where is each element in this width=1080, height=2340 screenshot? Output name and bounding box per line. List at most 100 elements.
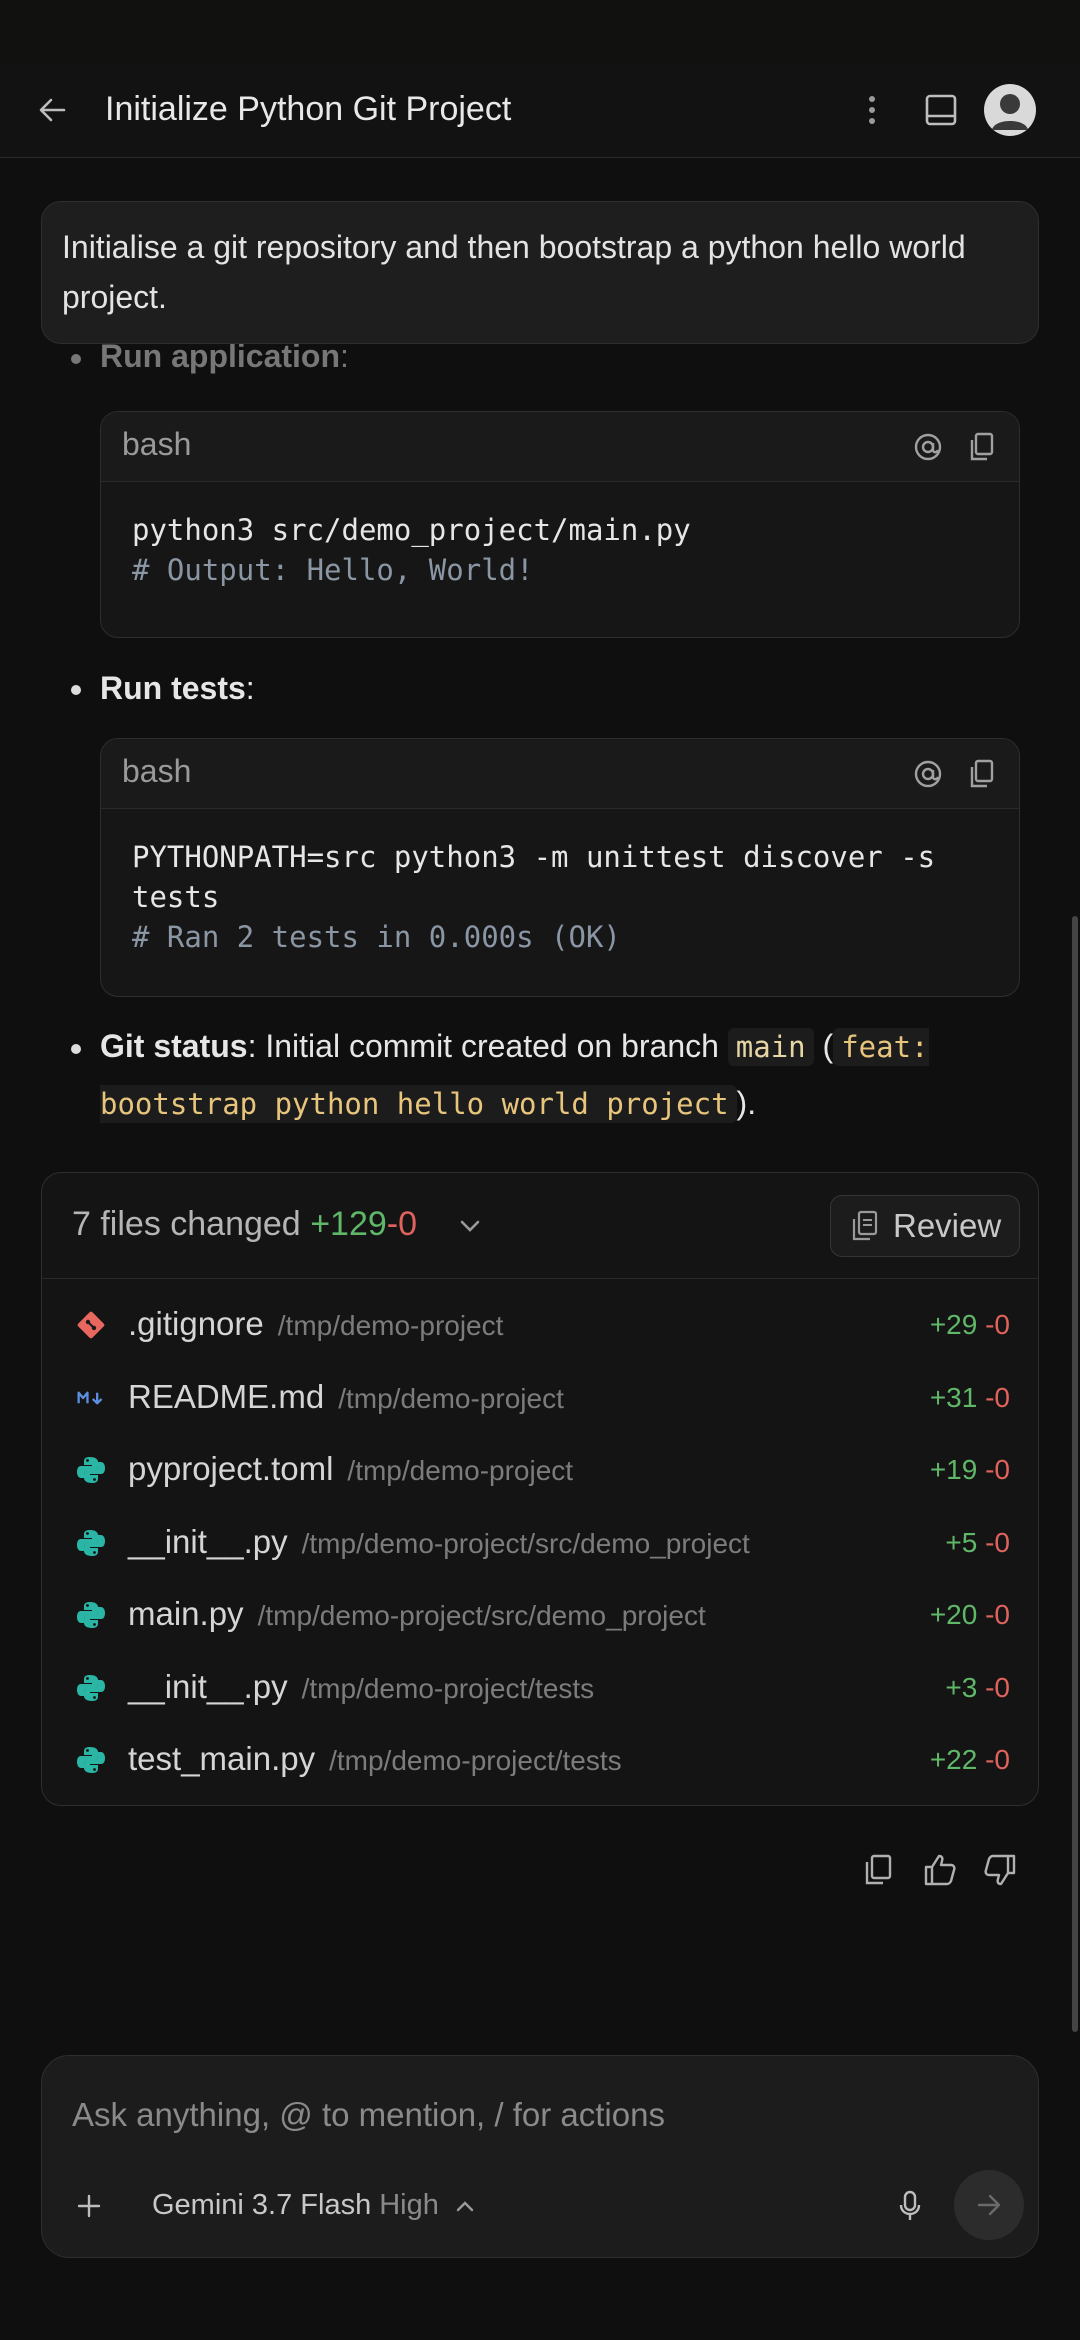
files-changed-header[interactable]: 7 files changed +129-0 Review bbox=[42, 1173, 1038, 1279]
file-lines-removed: -0 bbox=[985, 1309, 1010, 1340]
copy-icon[interactable] bbox=[965, 757, 999, 791]
file-diff-stat: +3 -0 bbox=[945, 1672, 1010, 1704]
model-name: Gemini 3.7 Flash bbox=[152, 2189, 372, 2221]
add-attachment-icon[interactable] bbox=[72, 2189, 106, 2223]
file-row[interactable]: .gitignore/tmp/demo-project +29 -0 bbox=[42, 1289, 1038, 1361]
file-lines-removed: -0 bbox=[985, 1744, 1010, 1775]
lines-added: +129 bbox=[310, 1205, 387, 1243]
file-name-text: test_main.py bbox=[128, 1740, 316, 1777]
file-name: __init__.py/tmp/demo-project/tests bbox=[128, 1668, 594, 1706]
file-lines-removed: -0 bbox=[985, 1671, 1010, 1703]
thumbs-down-icon[interactable] bbox=[980, 1850, 1020, 1890]
composer: Ask anything, @ to mention, / for action… bbox=[41, 2055, 1039, 2258]
mention-icon[interactable] bbox=[911, 757, 945, 791]
page-title: Initialize Python Git Project bbox=[105, 90, 512, 128]
files-changed-summary: 7 files changed +129-0 bbox=[72, 1205, 417, 1244]
copy-response-icon[interactable] bbox=[858, 1850, 898, 1890]
review-doc-icon bbox=[852, 1210, 878, 1241]
microphone-icon[interactable] bbox=[890, 2186, 930, 2226]
file-name: main.py/tmp/demo-project/src/demo_projec… bbox=[128, 1595, 706, 1633]
python-icon bbox=[76, 1673, 106, 1703]
file-diff-stat: +19 -0 bbox=[930, 1454, 1010, 1486]
step-label: Git status bbox=[100, 1028, 248, 1064]
file-name-text: .gitignore bbox=[128, 1305, 264, 1342]
file-diff-stat: +5 -0 bbox=[945, 1527, 1010, 1559]
step-colon: : bbox=[245, 670, 255, 706]
app-bar: Initialize Python Git Project bbox=[0, 62, 1080, 158]
file-name: __init__.py/tmp/demo-project/src/demo_pr… bbox=[128, 1523, 750, 1561]
step-git-status: Git status: Initial commit created on br… bbox=[100, 1018, 1030, 1132]
file-path: /tmp/demo-project/src/demo_project bbox=[301, 1527, 750, 1559]
send-button[interactable] bbox=[954, 2170, 1024, 2240]
file-name-text: __init__.py bbox=[128, 1522, 288, 1560]
file-lines-removed: -0 bbox=[985, 1599, 1010, 1630]
thumbs-up-icon[interactable] bbox=[920, 1850, 960, 1890]
review-button[interactable]: Review bbox=[830, 1195, 1020, 1257]
bullet-dot bbox=[71, 1044, 81, 1054]
arrow-right-icon bbox=[977, 2194, 1001, 2216]
file-lines-removed: -0 bbox=[985, 1381, 1010, 1413]
file-lines-removed: -0 bbox=[985, 1454, 1010, 1485]
code-line: PYTHONPATH=src python3 -m unittest disco… bbox=[132, 840, 953, 914]
code-block-header: bash bbox=[101, 412, 1019, 482]
code-body: python3 src/demo_project/main.py # Output… bbox=[101, 482, 1019, 618]
file-row[interactable]: __init__.py/tmp/demo-project/tests +3 -0 bbox=[42, 1652, 1038, 1724]
file-lines-added: +3 bbox=[945, 1671, 978, 1703]
python-icon bbox=[76, 1528, 106, 1558]
file-row[interactable]: main.py/tmp/demo-project/src/demo_projec… bbox=[42, 1579, 1038, 1651]
git-status-text: : Initial commit created on branch bbox=[247, 1028, 728, 1064]
model-level: High bbox=[379, 2189, 439, 2221]
lines-removed: -0 bbox=[386, 1205, 418, 1243]
file-lines-removed: -0 bbox=[985, 1526, 1010, 1558]
code-block-run-tests: bash PYTHONPATH=src python3 -m unittest … bbox=[100, 738, 1020, 997]
code-block-header: bash bbox=[101, 739, 1019, 809]
code-comment: # Ran 2 tests in 0.000s (OK) bbox=[132, 920, 621, 954]
file-name-text: README.md bbox=[128, 1377, 325, 1415]
chevron-down-icon[interactable] bbox=[455, 1211, 485, 1241]
python-icon bbox=[76, 1600, 106, 1630]
file-diff-stat: +22 -0 bbox=[930, 1744, 1010, 1776]
file-path: /tmp/demo-project bbox=[347, 1455, 574, 1486]
file-path: /tmp/demo-project bbox=[277, 1310, 504, 1341]
file-name-text: main.py bbox=[128, 1595, 244, 1632]
file-row[interactable]: README.md/tmp/demo-project +31 -0 bbox=[42, 1362, 1038, 1434]
file-name-text: __init__.py bbox=[128, 1667, 288, 1705]
file-name-text: pyproject.toml bbox=[128, 1450, 334, 1487]
markdown-icon bbox=[76, 1383, 106, 1413]
file-lines-added: +22 bbox=[929, 1744, 978, 1775]
file-path: /tmp/demo-project/tests bbox=[301, 1672, 595, 1704]
review-label: Review bbox=[893, 1207, 1002, 1244]
step-run-tests: Run tests: bbox=[100, 660, 255, 716]
model-selector[interactable]: Gemini 3.7 Flash High bbox=[152, 2189, 475, 2222]
chevron-up-icon bbox=[456, 2200, 474, 2211]
back-arrow-icon[interactable] bbox=[28, 86, 76, 134]
file-row[interactable]: pyproject.toml/tmp/demo-project +19 -0 bbox=[42, 1434, 1038, 1506]
file-diff-stat: +20 -0 bbox=[930, 1599, 1010, 1631]
file-row[interactable]: __init__.py/tmp/demo-project/src/demo_pr… bbox=[42, 1507, 1038, 1579]
more-vert-icon[interactable] bbox=[856, 86, 888, 134]
chat-scroll-area[interactable]: Initialise a git repository and then boo… bbox=[0, 158, 1080, 2038]
python-icon bbox=[76, 1455, 106, 1485]
paren-close: ). bbox=[736, 1085, 757, 1121]
panel-toggle-icon[interactable] bbox=[917, 86, 965, 134]
files-changed-card: 7 files changed +129-0 Review .gitignore… bbox=[41, 1172, 1039, 1806]
avatar[interactable] bbox=[984, 84, 1036, 136]
branch-name: main bbox=[727, 1028, 814, 1066]
file-path: /tmp/demo-project/src/demo_project bbox=[257, 1600, 706, 1631]
mention-icon[interactable] bbox=[911, 430, 945, 464]
file-row[interactable]: test_main.py/tmp/demo-project/tests +22 -… bbox=[42, 1724, 1038, 1796]
copy-icon[interactable] bbox=[965, 430, 999, 464]
scrollbar[interactable] bbox=[1072, 916, 1078, 2032]
file-name: test_main.py/tmp/demo-project/tests bbox=[128, 1740, 622, 1778]
user-message: Initialise a git repository and then boo… bbox=[41, 201, 1039, 344]
step-label: Run tests bbox=[100, 670, 246, 706]
file-diff-stat: +31 -0 bbox=[930, 1382, 1010, 1414]
file-name: .gitignore/tmp/demo-project bbox=[128, 1305, 503, 1343]
code-line: python3 src/demo_project/main.py bbox=[132, 513, 691, 547]
paren-open: ( bbox=[813, 1028, 834, 1064]
file-lines-added: +5 bbox=[945, 1526, 978, 1558]
code-block-run-app: bash python3 src/demo_project/main.py # O… bbox=[100, 411, 1020, 638]
file-lines-added: +20 bbox=[929, 1599, 978, 1630]
message-input[interactable]: Ask anything, @ to mention, / for action… bbox=[72, 2096, 665, 2134]
file-name: pyproject.toml/tmp/demo-project bbox=[128, 1450, 573, 1488]
